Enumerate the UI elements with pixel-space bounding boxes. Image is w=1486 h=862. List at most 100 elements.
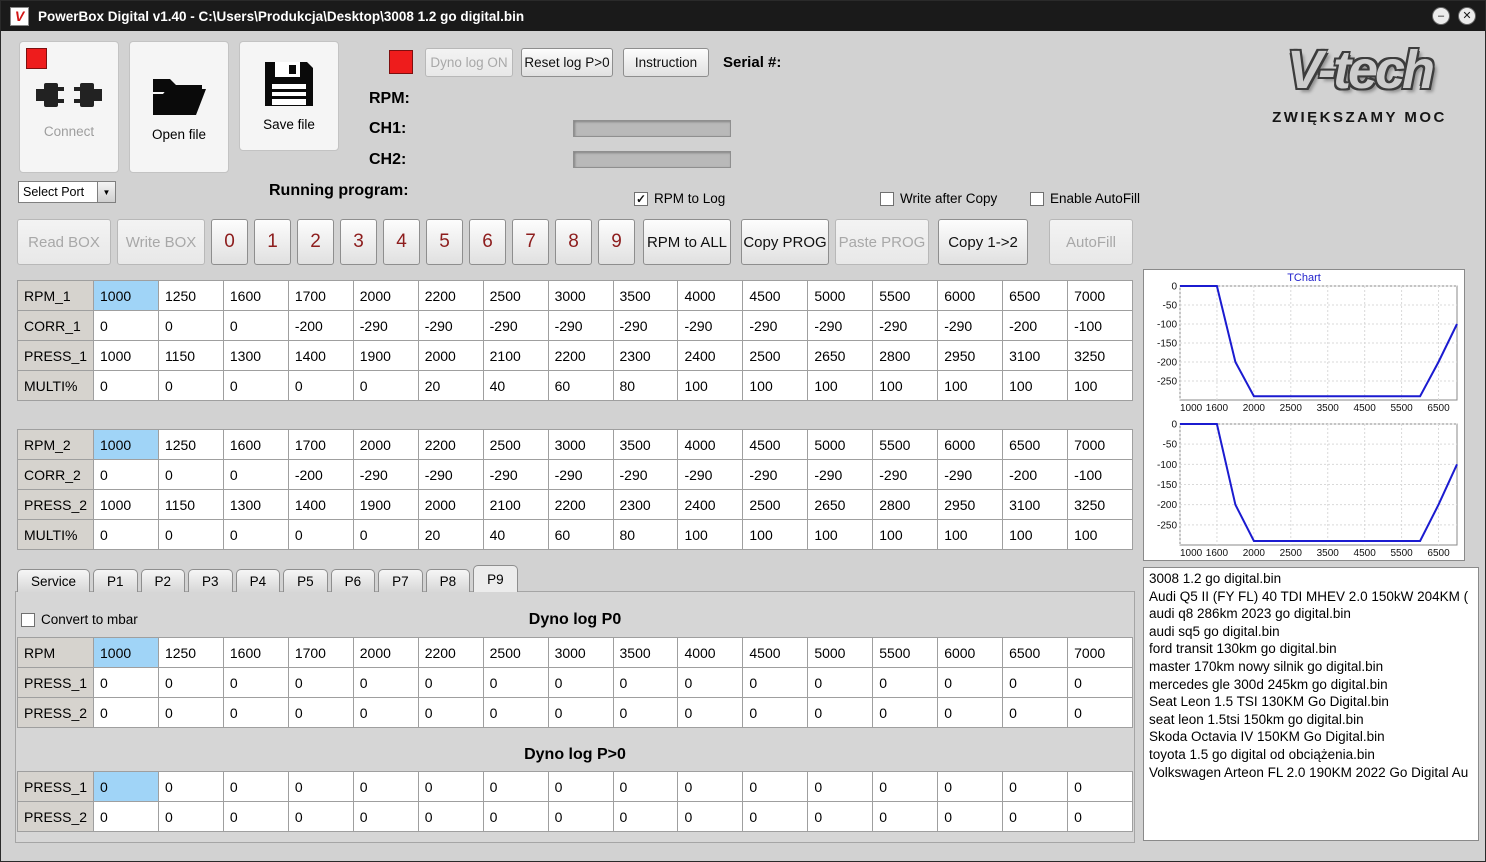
table-cell[interactable]: 0 [93,459,159,490]
table-cell[interactable]: 0 [222,519,289,550]
table-cell[interactable]: 0 [93,801,159,832]
table-cell[interactable]: 7000 [1067,637,1133,668]
table-cell[interactable]: 0 [742,667,809,698]
file-list-item[interactable]: mercedes gle 300d 245km go digital.bin [1149,676,1473,694]
table-cell[interactable]: 6500 [1002,637,1069,668]
tab-p7[interactable]: P7 [378,569,423,592]
table-cell[interactable]: 2000 [352,637,419,668]
write-after-copy-checkbox[interactable]: Write after Copy [880,191,997,206]
table-cell[interactable]: 0 [287,697,354,728]
table-cell[interactable]: -200 [287,310,354,341]
tab-p2[interactable]: P2 [140,569,186,592]
file-list-item[interactable]: master 170km nowy silnik go digital.bin [1149,658,1473,676]
table-cell[interactable]: 0 [807,771,874,802]
copy-1-to-2-button[interactable]: Copy 1->2 [938,219,1028,265]
table-cell[interactable]: 0 [612,667,679,698]
program-button-7[interactable]: 7 [512,219,549,265]
table-cell[interactable]: 0 [417,801,484,832]
table-cell[interactable]: 0 [352,697,419,728]
table-cell[interactable]: 0 [222,667,289,698]
table-cell[interactable]: 100 [1002,370,1069,401]
table-cell[interactable]: 0 [93,519,159,550]
table-cell[interactable]: -290 [742,459,809,490]
table-cell[interactable]: 0 [872,697,939,728]
table-cell[interactable]: -290 [417,310,484,341]
table-cell[interactable]: 100 [807,370,874,401]
table-cell[interactable]: 0 [677,697,744,728]
tab-p3[interactable]: P3 [188,569,233,592]
table-cell[interactable]: -290 [937,459,1004,490]
program-button-0[interactable]: 0 [211,219,248,265]
table-cell[interactable]: 40 [482,370,549,401]
table-cell[interactable]: 0 [547,697,614,728]
table-cell[interactable]: 1600 [222,280,289,311]
table-cell[interactable]: 0 [222,771,289,802]
table-cell[interactable]: 0 [1067,801,1133,832]
table-cell[interactable]: 4000 [677,429,744,460]
table-cell[interactable]: 0 [157,771,224,802]
table-cell[interactable]: 60 [547,370,614,401]
table-cell[interactable]: 20 [417,519,484,550]
file-list-item[interactable]: 3008 1.2 go digital.bin [1149,570,1473,588]
table-cell[interactable]: 2500 [482,429,549,460]
table-cell[interactable]: 2000 [417,489,484,520]
table-cell[interactable]: 0 [807,667,874,698]
table-cell[interactable]: 4500 [742,429,809,460]
table-cell[interactable]: 0 [157,667,224,698]
table-cell[interactable]: 0 [352,519,419,550]
table-cell[interactable]: 0 [937,771,1004,802]
table-cell[interactable]: 0 [222,370,289,401]
table-cell[interactable]: 0 [1067,667,1133,698]
table-cell[interactable]: 5000 [807,637,874,668]
table-cell[interactable]: 1250 [157,429,224,460]
table-cell[interactable]: 0 [222,310,289,341]
table-cell[interactable]: 1000 [93,280,159,311]
table-cell[interactable]: -290 [547,310,614,341]
table-cell[interactable]: 0 [352,667,419,698]
table-cell[interactable]: 0 [612,697,679,728]
checkbox-icon[interactable]: ✓ [634,191,648,206]
table-cell[interactable]: 1000 [93,429,159,460]
table-cell[interactable]: -290 [482,459,549,490]
table-cell[interactable]: 2000 [417,340,484,371]
table-cell[interactable]: 0 [1067,697,1133,728]
tab-p6[interactable]: P6 [330,569,376,592]
table-cell[interactable]: 2400 [677,489,744,520]
connect-button[interactable]: Connect [19,41,119,173]
minimize-button[interactable]: – [1432,7,1450,25]
table-cell[interactable]: 5000 [807,429,874,460]
table-cell[interactable]: 3000 [547,637,614,668]
table-cell[interactable]: -290 [872,459,939,490]
table-cell[interactable]: 2400 [677,340,744,371]
table-cell[interactable]: -290 [482,310,549,341]
table-cell[interactable]: 4000 [677,637,744,668]
table-cell[interactable]: 1300 [222,489,289,520]
table-cell[interactable]: 100 [677,370,744,401]
table-cell[interactable]: 80 [612,370,679,401]
table-cell[interactable]: 0 [287,667,354,698]
table-cell[interactable]: 0 [93,771,159,802]
table-cell[interactable]: 0 [612,771,679,802]
table-cell[interactable]: 0 [742,697,809,728]
table-cell[interactable]: 1900 [352,340,419,371]
table-cell[interactable]: 0 [937,697,1004,728]
table-cell[interactable]: 2300 [612,340,679,371]
table-cell[interactable]: 1700 [287,637,354,668]
file-list[interactable]: 3008 1.2 go digital.bin Audi Q5 II (FY FL… [1143,567,1479,841]
table-cell[interactable]: -290 [417,459,484,490]
table-cell[interactable]: 0 [157,801,224,832]
table-cell[interactable]: 5500 [872,280,939,311]
table-cell[interactable]: 0 [352,801,419,832]
table-cell[interactable]: 0 [872,771,939,802]
table-cell[interactable]: 0 [222,459,289,490]
table-cell[interactable]: 0 [807,801,874,832]
table-cell[interactable]: -100 [1067,310,1133,341]
table-cell[interactable]: 0 [742,771,809,802]
table-cell[interactable]: 2200 [547,340,614,371]
copy-prog-button[interactable]: Copy PROG [741,219,829,265]
table-cell[interactable]: 0 [482,667,549,698]
table-cell[interactable]: 5500 [872,429,939,460]
table-cell[interactable]: 3100 [1002,340,1069,371]
table-cell[interactable]: 0 [417,697,484,728]
table-cell[interactable]: -100 [1067,459,1133,490]
